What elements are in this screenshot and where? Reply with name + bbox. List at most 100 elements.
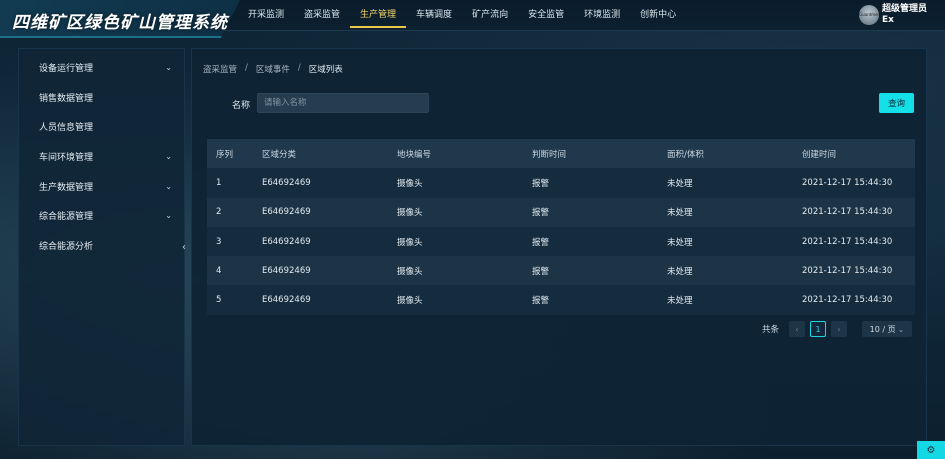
- table-cell: 2021-12-17 15:44:30: [802, 236, 893, 247]
- table-cell: 报警: [532, 208, 550, 219]
- nav-item-environment[interactable]: 环境监测: [574, 0, 630, 28]
- sidebar-item-label: 综合能源管理: [39, 212, 94, 223]
- table-row[interactable]: 4 E64692469 摄像头 报警 未处理 2021-12-17 15:44:…: [207, 256, 915, 286]
- breadcrumb: 盗采监管 / 区域事件 / 区域列表: [203, 63, 343, 75]
- nav-item-production[interactable]: 生产管理: [350, 0, 407, 28]
- nav-item-vehicle-dispatch[interactable]: 车辆调度: [406, 0, 462, 28]
- table-cell: 2: [216, 207, 222, 218]
- chevron-down-icon: ⌄: [165, 63, 172, 73]
- table-cell: 未处理: [667, 178, 693, 189]
- chevron-down-icon: ⌄: [897, 324, 905, 334]
- sidebar-item-label: 车间环境管理: [39, 153, 94, 164]
- sidebar-item-workshop-env[interactable]: 车间环境管理 ⌄: [19, 142, 184, 172]
- table-cell: 摄像头: [397, 296, 423, 307]
- table-cell: 2021-12-17 15:44:30: [802, 177, 893, 188]
- table-cell: 未处理: [667, 208, 693, 219]
- top-header: 四维矿区绿色矿山管理系统 开采监测 盗采监管 生产管理 车辆调度 矿产流向 安全…: [0, 0, 945, 38]
- chevron-down-icon: ⌄: [165, 181, 172, 191]
- chevron-left-icon: ‹: [795, 324, 799, 334]
- search-button[interactable]: 查询: [879, 93, 914, 113]
- table-cell: 报警: [532, 266, 550, 277]
- name-search-input[interactable]: [257, 93, 429, 113]
- table-row[interactable]: 2 E64692469 摄像头 报警 未处理 2021-12-17 15:44:…: [207, 197, 915, 227]
- breadcrumb-item[interactable]: 区域事件: [256, 63, 290, 75]
- table-cell: 报警: [532, 296, 550, 307]
- table-cell: 未处理: [667, 266, 693, 277]
- table-cell: 摄像头: [397, 178, 423, 189]
- nav-item-safety[interactable]: 安全监管: [518, 0, 574, 28]
- table-cell: E64692469: [262, 265, 311, 276]
- user-name: 超级管理员: [881, 4, 927, 14]
- table-cell: E64692469: [262, 207, 311, 218]
- column-header: 判断时间: [532, 149, 567, 160]
- settings-button[interactable]: ⚙: [917, 441, 945, 459]
- column-header: 区域分类: [262, 149, 297, 160]
- user-sub: Ex: [881, 15, 894, 25]
- chevron-right-icon: ›: [837, 324, 841, 334]
- nav-item-innovation[interactable]: 创新中心: [630, 0, 686, 28]
- nav-item-illegal-mining[interactable]: 盗采监管: [294, 0, 350, 28]
- pagination-total: 共条: [761, 325, 779, 335]
- sidebar-item-label: 生产数据管理: [39, 182, 94, 193]
- breadcrumb-item[interactable]: 盗采监管: [203, 63, 237, 75]
- table-cell: 2021-12-17 15:44:30: [802, 265, 893, 276]
- table-cell: 4: [216, 265, 222, 276]
- sidebar: 设备运行管理 ⌄ 销售数据管理 人员信息管理 车间环境管理 ⌄ 生产数据管理 ⌄…: [18, 48, 186, 446]
- breadcrumb-separator: /: [245, 63, 248, 73]
- table-cell: E64692469: [262, 295, 311, 306]
- sidebar-item-label: 综合能源分析: [39, 241, 94, 252]
- user-menu[interactable]: Guardmen 超级管理员 Ex: [858, 4, 927, 26]
- nav-item-mining-monitor[interactable]: 开采监测: [238, 0, 294, 28]
- sidebar-item-energy-analysis[interactable]: 综合能源分析: [19, 231, 184, 261]
- table-cell: 2021-12-17 15:44:30: [802, 295, 893, 306]
- region-table: 序列 区域分类 地块编号 判断时间 面积/体积 创建时间 1 E64692469…: [207, 139, 915, 315]
- table-cell: 未处理: [667, 237, 693, 248]
- table-header-row: 序列 区域分类 地块编号 判断时间 面积/体积 创建时间: [207, 139, 915, 169]
- sidebar-item-label: 设备运行管理: [39, 64, 94, 75]
- nav-item-mineral-flow[interactable]: 矿产流向: [462, 0, 518, 28]
- sidebar-item-label: 人员信息管理: [39, 123, 94, 134]
- name-filter-label: 名称: [232, 101, 251, 111]
- table-cell: 报警: [532, 178, 550, 189]
- app-title: 四维矿区绿色矿山管理系统: [12, 13, 228, 33]
- page-size-select[interactable]: 10 / 页 ⌄: [862, 321, 912, 337]
- table-cell: 报警: [532, 237, 550, 248]
- page-number-button[interactable]: 1: [810, 321, 826, 337]
- table-cell: 摄像头: [397, 266, 423, 277]
- chevron-left-icon: ‹: [182, 241, 186, 253]
- table-cell: E64692469: [262, 236, 311, 247]
- table-cell: 未处理: [667, 296, 693, 307]
- table-cell: 3: [216, 236, 222, 247]
- sidebar-item-equipment[interactable]: 设备运行管理 ⌄: [19, 53, 184, 83]
- sidebar-item-sales[interactable]: 销售数据管理: [19, 83, 184, 113]
- breadcrumb-current: 区域列表: [308, 65, 343, 75]
- breadcrumb-separator: /: [297, 63, 301, 73]
- table-cell: E64692469: [262, 177, 311, 188]
- column-header: 地块编号: [397, 149, 432, 160]
- pagination: 共条 ‹ 1 › 10 / 页 ⌄: [762, 321, 912, 337]
- table-cell: 5: [216, 295, 222, 306]
- collapse-sidebar-button[interactable]: ‹: [178, 239, 190, 255]
- column-header: 面积/体积: [667, 149, 704, 160]
- gear-icon: ⚙: [926, 444, 936, 456]
- main-panel: 盗采监管 / 区域事件 / 区域列表 名称 查询 序列 区域分类 地块编号 判断…: [191, 48, 927, 446]
- sidebar-item-energy-mgmt[interactable]: 综合能源管理 ⌄: [19, 201, 184, 231]
- table-cell: 1: [216, 177, 222, 188]
- top-nav: 开采监测 盗采监管 生产管理 车辆调度 矿产流向 安全监管 环境监测 创新中心: [238, 0, 686, 31]
- column-header: 序列: [216, 149, 234, 160]
- sidebar-item-label: 销售数据管理: [39, 93, 94, 104]
- table-cell: 摄像头: [397, 208, 423, 219]
- table-row[interactable]: 3 E64692469 摄像头 报警 未处理 2021-12-17 15:44:…: [207, 226, 915, 257]
- sidebar-item-personnel[interactable]: 人员信息管理: [19, 112, 184, 142]
- table-row[interactable]: 5 E64692469 摄像头 报警 未处理 2021-12-17 15:44:…: [207, 285, 915, 315]
- chevron-down-icon: ⌄: [165, 152, 172, 162]
- table-cell: 2021-12-17 15:44:30: [802, 207, 893, 218]
- table-cell: 摄像头: [397, 237, 423, 248]
- avatar: Guardmen: [858, 5, 879, 25]
- prev-page-button[interactable]: ‹: [789, 321, 805, 337]
- page-size-value: 10 / 页: [869, 324, 896, 334]
- next-page-button[interactable]: ›: [831, 321, 847, 337]
- table-row[interactable]: 1 E64692469 摄像头 报警 未处理 2021-12-17 15:44:…: [207, 168, 915, 198]
- column-header: 创建时间: [802, 149, 837, 160]
- sidebar-item-production-data[interactable]: 生产数据管理 ⌄: [19, 171, 184, 201]
